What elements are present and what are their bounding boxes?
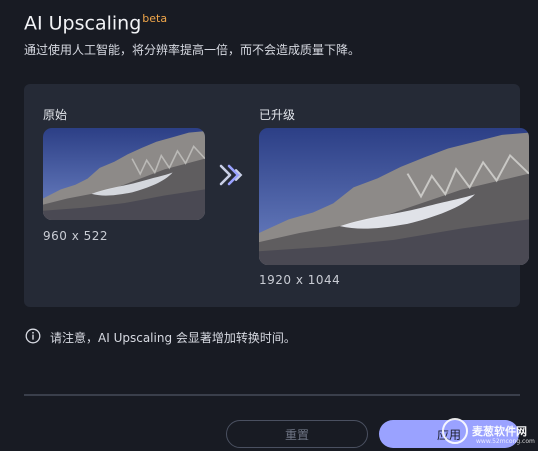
dialog-description: 通过使用人工智能，将分辨率提高一倍，而不会造成质量下降。 bbox=[24, 43, 361, 57]
upscaled-resolution: 1920 x 1044 bbox=[259, 273, 341, 287]
footer-divider bbox=[24, 394, 520, 396]
original-preview-image bbox=[43, 128, 205, 220]
notice-text: 请注意，AI Upscaling 会显著增加转换时间。 bbox=[50, 331, 296, 345]
original-resolution: 960 x 522 bbox=[43, 229, 109, 243]
reset-button[interactable]: 重置 bbox=[226, 420, 368, 448]
info-icon bbox=[25, 328, 41, 344]
upscaled-preview-image bbox=[259, 128, 529, 265]
title-text: AI Upscaling bbox=[24, 12, 142, 35]
beta-badge: beta bbox=[142, 12, 168, 25]
dialog-title: AI Upscalingbeta bbox=[24, 12, 167, 34]
original-label: 原始 bbox=[43, 108, 68, 122]
watermark-logo bbox=[442, 418, 468, 444]
watermark-url: www.52mcong.com bbox=[476, 438, 535, 445]
watermark-text: 麦葱软件网 bbox=[472, 425, 527, 438]
upscaled-label: 已升级 bbox=[259, 108, 296, 122]
double-chevron-right-icon bbox=[219, 164, 243, 186]
